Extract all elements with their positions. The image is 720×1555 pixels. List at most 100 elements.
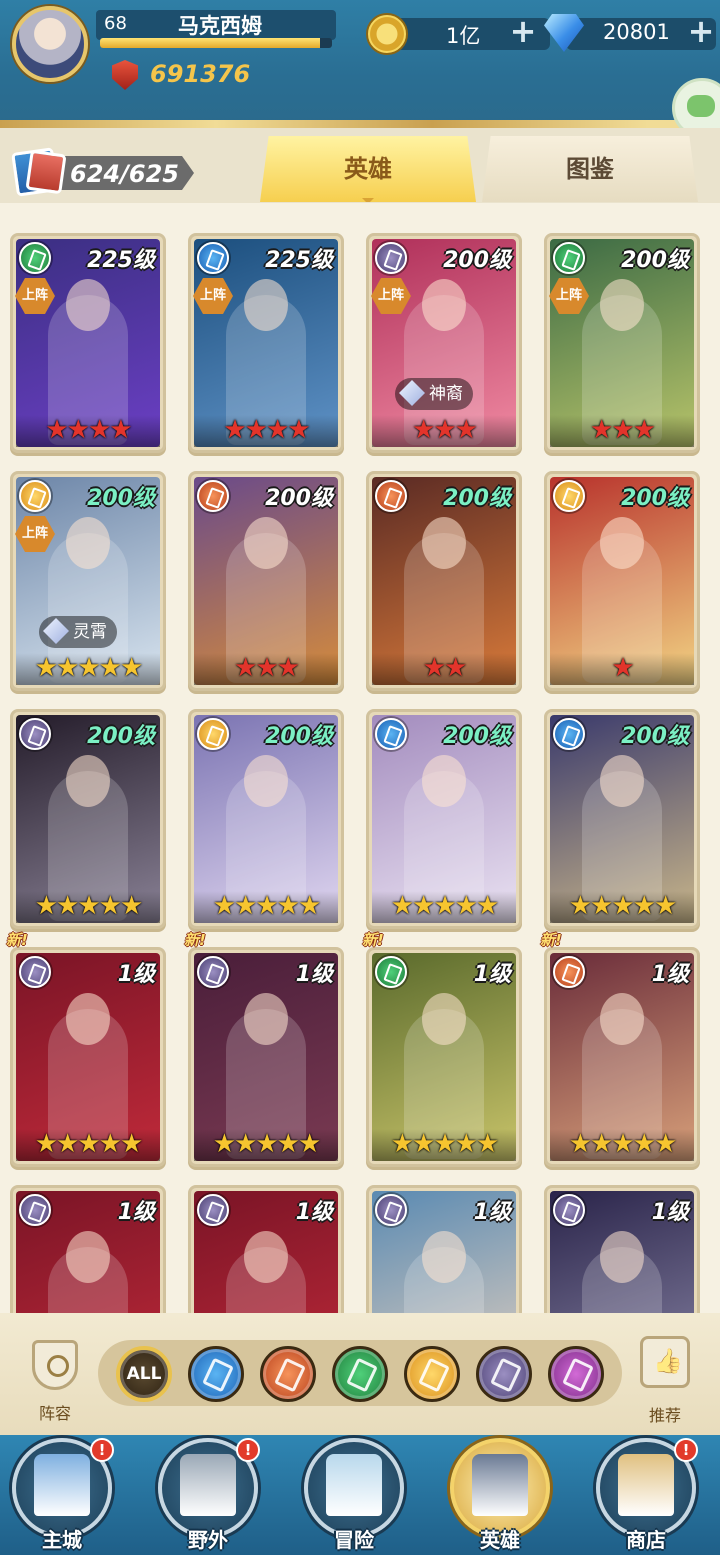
- hero-card[interactable]: 200级 ★: [544, 471, 700, 691]
- hero-level: 200级: [443, 486, 511, 511]
- hero-card[interactable]: 200级 上阵 神裔 ★★★: [366, 233, 522, 453]
- hero-grid: 225级 上阵 ★★★★ 225级 上阵 ★★★★ 200级 上阵 神裔 ★★★ 200级 上阵 ★★★…: [0, 203, 720, 1313]
- hero-card[interactable]: 200级 ★★: [366, 471, 522, 691]
- hero-face: [66, 517, 110, 569]
- filter-storm-button[interactable]: [332, 1346, 388, 1402]
- hero-card[interactable]: 200级 ★★★: [188, 471, 344, 691]
- awaken-label: 灵霄: [73, 622, 107, 642]
- hero-card[interactable]: 1级: [366, 1185, 522, 1313]
- star-rating: ★★★★★: [34, 653, 144, 683]
- hero-face: [422, 517, 466, 569]
- faction-dark-icon: [19, 1194, 51, 1226]
- faction-light-icon: [19, 480, 51, 512]
- hero-face: [66, 1231, 110, 1283]
- new-badge: 新!: [362, 931, 384, 949]
- star-rating: ★★★★★: [568, 891, 678, 921]
- nav-icon: [472, 1454, 528, 1516]
- star-rating: ★★★★★: [568, 1129, 678, 1159]
- awaken-icon: [43, 618, 69, 644]
- new-badge: 新!: [6, 931, 28, 949]
- recommend-button[interactable]: 推荐: [632, 1336, 698, 1426]
- filter-arcane-button[interactable]: [548, 1346, 604, 1402]
- add-gems-button[interactable]: +: [686, 15, 716, 47]
- hero-card[interactable]: 200级 上阵 灵霄 ★★★★★: [10, 471, 166, 691]
- add-gold-button[interactable]: +: [508, 15, 538, 47]
- star-rating: ★★★★: [223, 415, 310, 445]
- nav-label: 野外: [188, 1528, 228, 1552]
- hero-face: [66, 755, 110, 807]
- lineup-label: 阵容: [38, 1404, 71, 1423]
- faction-fire-icon: [197, 480, 229, 512]
- awaken-icon: [399, 380, 425, 406]
- hero-card[interactable]: 200级 ★★★★★: [544, 709, 700, 929]
- hero-face: [600, 279, 644, 331]
- hero-level: 200级: [621, 486, 689, 511]
- nav-item[interactable]: 商店!: [590, 1438, 702, 1555]
- filter-water-button[interactable]: [188, 1346, 244, 1402]
- hero-face: [422, 755, 466, 807]
- faction-water-icon: [375, 718, 407, 750]
- filter-dark-button[interactable]: [476, 1346, 532, 1402]
- hero-card[interactable]: 1级: [188, 1185, 344, 1313]
- nav-item[interactable]: 英雄: [444, 1438, 556, 1555]
- lineup-button[interactable]: 阵容: [22, 1340, 88, 1424]
- tab-codex[interactable]: 图鉴: [482, 136, 698, 202]
- gold-amount: 1亿: [446, 24, 481, 48]
- nav-item[interactable]: 主城!: [6, 1438, 118, 1555]
- player-avatar[interactable]: [12, 6, 88, 82]
- hero-card[interactable]: 200级 上阵 ★★★: [544, 233, 700, 453]
- tab-heroes[interactable]: 英雄: [260, 136, 476, 202]
- faction-dark-icon: [19, 718, 51, 750]
- nav-icon: [618, 1454, 674, 1516]
- hero-level: 200级: [265, 724, 333, 749]
- filter-light-button[interactable]: [404, 1346, 460, 1402]
- hero-card[interactable]: 1级: [544, 1185, 700, 1313]
- faction-dark-icon: [375, 1194, 407, 1226]
- filter-fire-button[interactable]: [260, 1346, 316, 1402]
- hero-count: 624/625: [70, 160, 179, 188]
- faction-light-icon: [197, 718, 229, 750]
- new-badge: 新!: [540, 931, 562, 949]
- hero-card[interactable]: 200级 ★★★★★: [366, 709, 522, 929]
- hero-face: [600, 993, 644, 1045]
- star-rating: ★★★★: [45, 415, 132, 445]
- hero-card[interactable]: 1级 ★★★★★: [188, 947, 344, 1167]
- hero-face: [600, 1231, 644, 1283]
- hero-card[interactable]: 1级 ★★★★★: [366, 947, 522, 1167]
- faction-fire-icon: [375, 480, 407, 512]
- xp-fill: [100, 38, 321, 48]
- hero-card[interactable]: 225级 上阵 ★★★★: [10, 233, 166, 453]
- hero-level: 200级: [443, 724, 511, 749]
- hero-face: [600, 517, 644, 569]
- hero-level: 200级: [87, 486, 155, 511]
- nav-item[interactable]: 野外!: [152, 1438, 264, 1555]
- hero-level: 1级: [473, 1200, 511, 1225]
- hero-card[interactable]: 200级 ★★★★★: [10, 709, 166, 929]
- hero-card[interactable]: 200级 ★★★★★: [188, 709, 344, 929]
- hero-card[interactable]: 225级 上阵 ★★★★: [188, 233, 344, 453]
- combat-power: 691376: [150, 60, 251, 88]
- hero-card[interactable]: 1级 ★★★★★: [544, 947, 700, 1167]
- notification-dot: !: [90, 1438, 114, 1462]
- nav-label: 英雄: [480, 1528, 520, 1552]
- hero-level: 1级: [117, 962, 155, 987]
- hero-card[interactable]: 1级: [10, 1185, 166, 1313]
- notification-dot: !: [674, 1438, 698, 1462]
- faction-dark-icon: [197, 956, 229, 988]
- star-rating: ★★: [422, 653, 468, 683]
- hero-card[interactable]: 1级 ★★★★★: [10, 947, 166, 1167]
- star-rating: ★★★★★: [390, 891, 500, 921]
- hero-level: 1级: [651, 1200, 689, 1225]
- filter-all-button[interactable]: ALL: [116, 1346, 172, 1402]
- hero-level: 1级: [117, 1200, 155, 1225]
- gems-amount: 20801: [603, 20, 670, 44]
- faction-water-icon: [197, 242, 229, 274]
- xp-bar: [100, 38, 332, 48]
- chat-icon: [687, 95, 715, 117]
- hero-level: 225级: [87, 248, 155, 273]
- faction-dark-icon: [19, 956, 51, 988]
- nav-icon: [326, 1454, 382, 1516]
- nav-item[interactable]: 冒险: [298, 1438, 410, 1555]
- faction-storm-icon: [19, 242, 51, 274]
- faction-light-icon: [553, 480, 585, 512]
